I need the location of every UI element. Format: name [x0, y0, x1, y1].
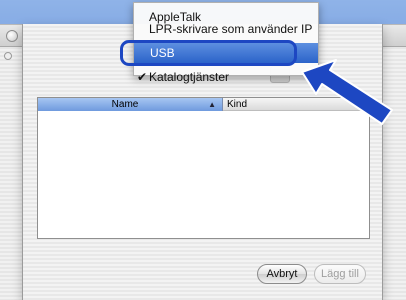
- close-window-icon[interactable]: [6, 30, 18, 42]
- add-button[interactable]: Lägg till: [314, 264, 366, 284]
- menu-item-label: LPR-skrivare som använder IP: [149, 23, 313, 35]
- menu-item-label: Katalogtjänster: [149, 70, 230, 84]
- column-name-label: Name: [111, 99, 139, 110]
- pointer-arrow-icon: [301, 59, 393, 125]
- usb-highlight-outline: [120, 40, 297, 66]
- menu-item-lpr-ip[interactable]: LPR-skrivare som använder IP: [134, 23, 318, 35]
- column-header-name[interactable]: Name ▲: [38, 98, 223, 111]
- toolbar-toggle-icon[interactable]: [4, 52, 12, 60]
- sort-ascending-icon: ▲: [208, 100, 216, 109]
- checkmark-icon: ✔: [137, 70, 148, 84]
- menu-item-katalogtjanster[interactable]: ✔ Katalogtjänster: [134, 69, 318, 85]
- menu-item-label: AppleTalk: [149, 10, 202, 24]
- cancel-button[interactable]: Avbryt: [257, 264, 307, 284]
- column-kind-label: Kind: [227, 99, 248, 110]
